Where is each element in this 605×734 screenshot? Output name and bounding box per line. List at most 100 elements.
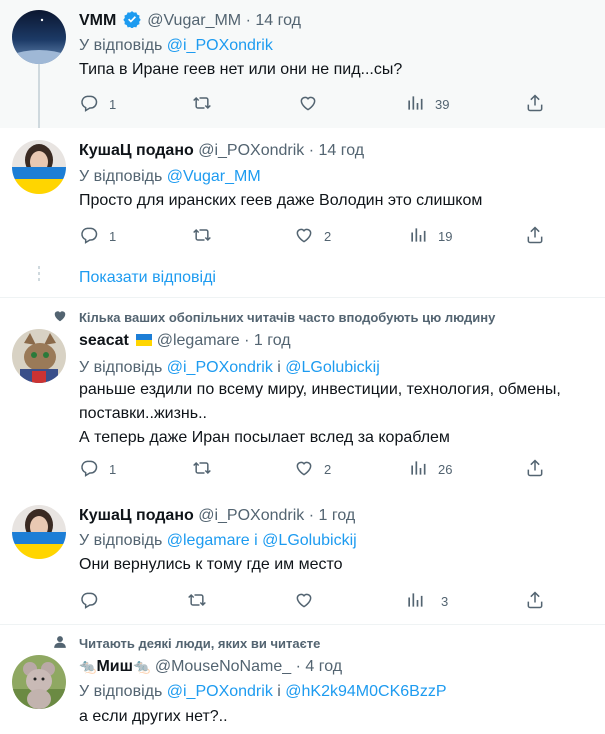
like-icon [298, 93, 318, 116]
person-small-icon [53, 635, 67, 654]
reply-button[interactable]: 1 [79, 92, 116, 116]
reply-button[interactable] [79, 589, 99, 613]
timestamp[interactable]: 1 год [319, 507, 356, 524]
reply-button[interactable]: 1 [79, 224, 116, 248]
reply-mention[interactable]: @i_POXondrik [167, 37, 273, 54]
timestamp[interactable]: 14 год [319, 142, 365, 159]
reply-mention[interactable]: @hK2k94M0CK6BzzP [285, 683, 446, 700]
handle[interactable]: @i_POXondrik [198, 142, 304, 159]
views-button[interactable]: 19 [408, 224, 452, 248]
timestamp[interactable]: 1 год [254, 332, 291, 349]
social-context[interactable]: Читають деякі люди, яких ви читаєте [79, 636, 320, 651]
retweet-button[interactable] [187, 589, 207, 613]
views-button[interactable]: 26 [408, 457, 452, 481]
tweet-text-line: Они вернулись к тому где им место [79, 556, 343, 573]
separator: · [244, 332, 250, 349]
reply-prefix: У відповідь [79, 37, 163, 54]
like-button[interactable]: 2 [294, 457, 331, 481]
display-name[interactable]: КушаЦ подано [79, 142, 194, 159]
avatar-kushac[interactable] [12, 505, 66, 559]
like-icon [294, 458, 314, 481]
tweet-header: КушаЦ подано @i_POXondrik · 1 год [79, 507, 355, 525]
tweet-header: КушаЦ подано @i_POXondrik · 14 год [79, 142, 364, 160]
views-icon [408, 458, 428, 481]
tweet-kushac-2[interactable]: КушаЦ подано @i_POXondrik · 1 год У відп… [0, 490, 605, 622]
share-button[interactable] [525, 457, 545, 481]
reply-joiner: і [277, 683, 281, 700]
reply-icon [79, 458, 99, 481]
like-count: 2 [324, 228, 332, 244]
share-button[interactable] [525, 92, 545, 116]
tweet-header: 🐀Миш🐀 @MouseNoName_ · 4 год [79, 658, 342, 676]
mouse-emoji-icon: 🐀 [79, 658, 97, 674]
reply-mention[interactable]: @legamare [167, 532, 250, 549]
show-replies-link[interactable]: Показати відповіді [79, 269, 216, 287]
display-name[interactable]: VMM [79, 12, 116, 29]
social-context[interactable]: Кілька ваших обопільних читачів часто вп… [79, 310, 495, 325]
reply-count: 1 [109, 228, 117, 244]
handle[interactable]: @MouseNoName_ [155, 658, 291, 675]
views-button[interactable]: 3 [405, 589, 448, 613]
tweet-text-line: Типа в Иране геев нет или они не пид...с… [79, 61, 403, 78]
avatar-seacat[interactable] [12, 329, 66, 383]
display-name[interactable]: Миш [96, 658, 133, 675]
tweet-seacat[interactable]: Кілька ваших обопільних читачів часто вп… [0, 298, 605, 490]
reply-prefix: У відповідь [79, 532, 163, 549]
avatar-mish[interactable] [12, 655, 66, 709]
reply-icon [79, 225, 99, 248]
reply-mention[interactable]: @LGolubickij [262, 532, 357, 549]
action-bar: 1 39 [79, 92, 559, 116]
ukraine-flag-icon [136, 334, 153, 346]
retweet-button[interactable] [192, 457, 212, 481]
avatar-kushac[interactable] [12, 140, 66, 194]
timestamp[interactable]: 14 год [255, 12, 301, 29]
reply-icon [79, 590, 99, 613]
handle[interactable]: @legamare [157, 332, 240, 349]
handle[interactable]: @Vugar_MM [147, 12, 241, 29]
tweet-text: Просто для иранских геев даже Володин эт… [79, 189, 594, 213]
share-icon [525, 458, 545, 481]
reply-icon [79, 93, 99, 116]
display-name[interactable]: КушаЦ подано [79, 507, 194, 524]
separator: · [295, 658, 301, 675]
views-icon [408, 225, 428, 248]
timestamp[interactable]: 4 год [305, 658, 342, 675]
views-count: 26 [438, 461, 453, 477]
reply-context: У відповідь @legamare і @LGolubickij [79, 532, 357, 550]
handle[interactable]: @i_POXondrik [198, 507, 304, 524]
reply-mention[interactable]: @i_POXondrik [167, 359, 273, 376]
like-icon [294, 590, 314, 613]
like-button[interactable] [298, 92, 318, 116]
reply-prefix: У відповідь [79, 168, 163, 185]
tweet-vmm[interactable]: VMM @Vugar_MM · 14 год У відповідь @i_PO… [0, 0, 605, 128]
like-button[interactable]: 2 [294, 224, 331, 248]
reply-button[interactable]: 1 [79, 457, 116, 481]
retweet-icon [187, 590, 207, 613]
views-count: 39 [435, 96, 450, 112]
tweet-kushac-1[interactable]: КушаЦ подано @i_POXondrik · 14 год У від… [0, 128, 605, 256]
like-button[interactable] [294, 589, 314, 613]
action-bar: 3 [79, 589, 559, 613]
reply-count: 1 [109, 461, 117, 477]
reply-context: У відповідь @i_POXondrik [79, 37, 273, 55]
like-icon [294, 225, 314, 248]
mouse-emoji-icon: 🐀 [132, 658, 151, 674]
share-button[interactable] [525, 589, 545, 613]
reply-mention[interactable]: @Vugar_MM [167, 168, 261, 185]
reply-mention[interactable]: @LGolubickij [285, 359, 380, 376]
views-button[interactable]: 39 [405, 92, 449, 116]
retweet-button[interactable] [192, 224, 212, 248]
reply-context: У відповідь @Vugar_MM [79, 168, 261, 186]
tweet-text-line: Просто для иранских геев даже Володин эт… [79, 192, 483, 209]
tweet-header: VMM @Vugar_MM · 14 год [79, 10, 301, 33]
reply-mention[interactable]: @i_POXondrik [167, 683, 273, 700]
tweet-text: Типа в Иране геев нет или они не пид...с… [79, 58, 594, 82]
separator: · [308, 507, 315, 524]
retweet-icon [192, 458, 212, 481]
retweet-button[interactable] [192, 92, 212, 116]
avatar-vmm[interactable] [12, 10, 66, 64]
tweet-mish[interactable]: Читають деякі люди, яких ви читаєте 🐀Миш… [0, 625, 605, 734]
share-button[interactable] [525, 224, 545, 248]
display-name[interactable]: seacat [79, 332, 129, 349]
separator: · [308, 142, 315, 159]
